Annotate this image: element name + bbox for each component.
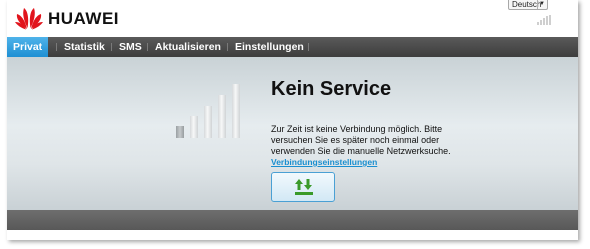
- tab-aktualisieren[interactable]: Aktualisieren: [155, 37, 221, 57]
- connection-settings-link[interactable]: Verbindungseinstellungen: [271, 157, 377, 167]
- footer-bar: [7, 210, 578, 230]
- huawei-logo-icon: [15, 8, 43, 30]
- status-description: Zur Zeit ist keine Verbindung möglich. B…: [271, 124, 451, 156]
- tab-sms[interactable]: SMS: [119, 37, 142, 57]
- nav-divider: [227, 43, 228, 51]
- status-title: Kein Service: [271, 78, 392, 100]
- chevron-down-icon: ▼: [537, 0, 546, 9]
- main-nav: Privat Statistik SMS Aktualisieren Einst…: [7, 37, 578, 57]
- connect-button[interactable]: [271, 172, 335, 202]
- tab-statistik[interactable]: Statistik: [64, 37, 105, 57]
- signal-bars-icon: [176, 82, 246, 138]
- language-select[interactable]: Deutsch ▼: [508, 0, 548, 10]
- nav-divider: [111, 43, 112, 51]
- connect-arrows-icon: [295, 179, 313, 195]
- nav-divider: [147, 43, 148, 51]
- tab-privat[interactable]: Privat: [7, 37, 49, 57]
- signal-strength-icon: [537, 15, 553, 25]
- nav-divider: [56, 43, 57, 51]
- nav-divider: [308, 43, 309, 51]
- tab-einstellungen[interactable]: Einstellungen: [235, 37, 304, 57]
- brand-name: HUAWEI: [48, 9, 119, 28]
